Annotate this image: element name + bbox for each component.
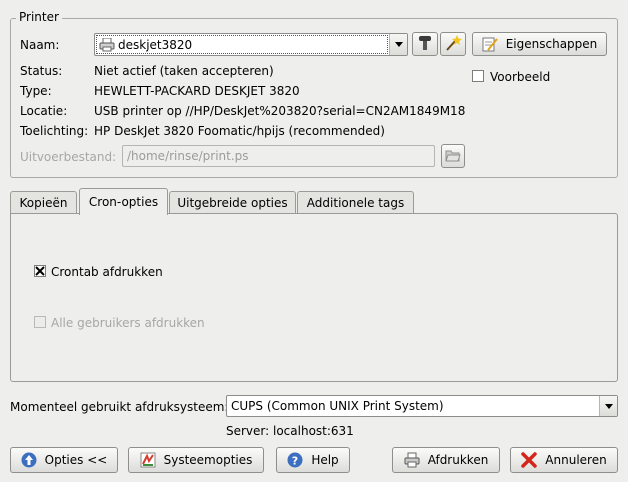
properties-button[interactable]: Eigenschappen [472,32,607,56]
tab-kopieen-label: Kopieën [19,196,68,210]
output-file-field[interactable]: /home/rinse/print.ps [122,145,435,167]
print-label: Afdrukken [427,453,489,467]
printer-icon [99,37,115,55]
tab-cron-opties-label: Cron-opties [88,195,159,209]
cancel-button[interactable]: Annuleren [510,447,618,473]
preview-label: Voorbeeld [490,70,551,84]
tab-kopieen[interactable]: Kopieën [10,191,77,214]
tab-uitgebreide-opties-label: Uitgebreide opties [177,196,288,210]
tab-additionele-tags-label: Additionele tags [306,196,405,210]
location-value: USB printer op //HP/DeskJet%203820?seria… [94,104,466,118]
type-value: HEWLETT-PACKARD DESKJET 3820 [94,84,300,98]
wizard-icon [444,34,462,55]
chevron-down-icon[interactable] [389,34,407,55]
crontab-print-checkbox[interactable] [34,265,46,277]
output-file-label: Uitvoerbestand: [20,150,117,164]
options-label: Opties << [44,453,108,467]
printer-select-value: deskjet3820 [118,38,193,52]
help-label: Help [311,453,339,467]
properties-label: Eigenschappen [505,37,598,51]
printer-name-label: Naam: [20,38,60,52]
properties-icon [482,36,498,52]
tab-cron-opties[interactable]: Cron-opties [79,188,168,215]
print-system-value: CUPS (Common UNIX Print System) [231,399,444,413]
print-system-select[interactable]: CUPS (Common UNIX Print System) [226,395,618,417]
server-label: Server: localhost:631 [226,424,354,438]
wizard-button[interactable] [440,32,466,56]
browse-button[interactable] [441,144,465,168]
cancel-label: Annuleren [545,453,607,467]
system-options-icon [140,452,156,468]
system-options-button[interactable]: Systeemopties [128,447,264,473]
all-users-checkbox[interactable] [34,316,46,328]
printer-icon [404,452,420,468]
print-system-label: Momenteel gebruikt afdruksysteem: [10,400,229,414]
status-label: Status: [20,64,63,78]
folder-open-icon [445,148,461,165]
all-users-label: Alle gebruikers afdrukken [51,316,205,330]
options-button[interactable]: Opties << [10,447,118,473]
comment-label: Toelichting: [20,124,89,138]
cancel-icon [521,452,538,468]
svg-text:?: ? [292,455,298,468]
system-options-label: Systeemopties [163,453,253,467]
toner-icon [417,34,433,55]
status-value: Niet actief (taken accepteren) [94,64,274,78]
location-label: Locatie: [20,104,68,118]
printer-group-title: Printer [16,10,62,24]
chevron-down-icon[interactable] [599,396,617,416]
tab-additionele-tags[interactable]: Additionele tags [297,191,414,214]
check-icon [35,266,45,276]
crontab-print-label: Crontab afdrukken [51,265,163,279]
tab-uitgebreide-opties[interactable]: Uitgebreide opties [169,191,296,214]
cron-options-panel [10,213,618,382]
help-icon: ? [287,452,303,468]
type-label: Type: [20,84,52,98]
preview-checkbox[interactable] [472,70,484,82]
printer-select[interactable]: deskjet3820 [94,33,408,56]
print-button[interactable]: Afdrukken [392,447,500,473]
help-button[interactable]: ? Help [276,447,350,473]
toner-button[interactable] [412,32,438,56]
comment-value: HP DeskJet 3820 Foomatic/hpijs (recommen… [94,124,385,138]
up-arrow-icon [21,452,37,468]
